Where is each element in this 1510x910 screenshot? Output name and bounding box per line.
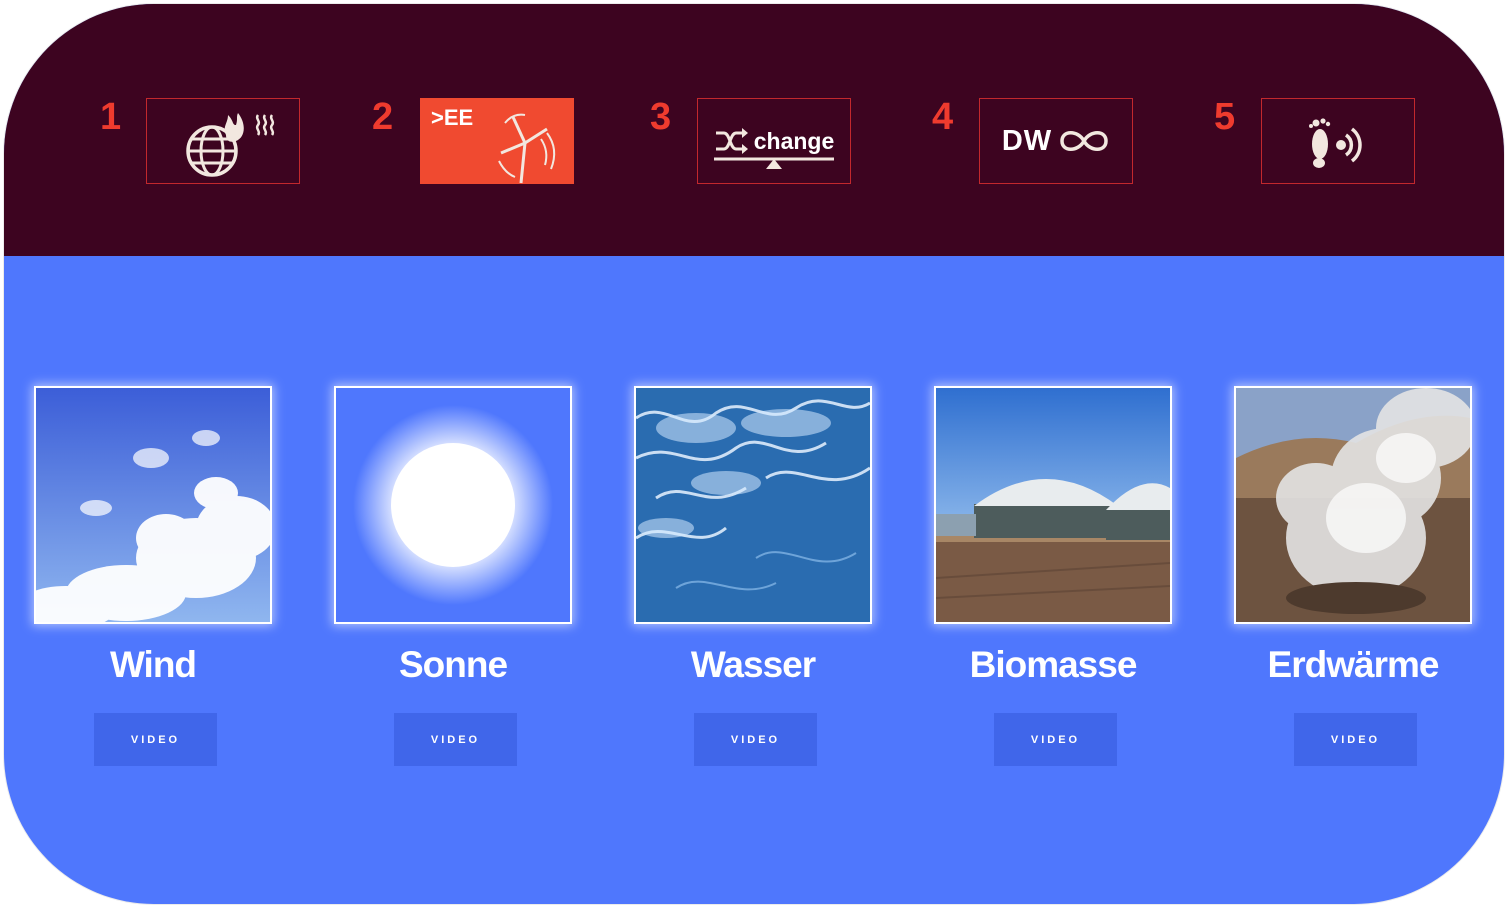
card-sonne[interactable]	[334, 386, 572, 624]
sun-image	[336, 388, 570, 622]
sky-clouds-image	[36, 388, 270, 622]
card-title-biomasse: Biomasse	[969, 644, 1138, 685]
infinity-icon	[1060, 131, 1108, 151]
geothermal-steam-image	[1236, 388, 1470, 622]
globe-fire-heat-icon	[186, 113, 275, 177]
video-button-wind[interactable]: VIDEO	[94, 713, 217, 766]
step-5-button[interactable]	[1261, 98, 1415, 184]
video-button-biomasse[interactable]: VIDEO	[994, 713, 1117, 766]
step-1-button[interactable]	[146, 98, 300, 184]
card-title-erdwaerme: Erdwärme	[1267, 644, 1440, 685]
ocean-waves-image	[636, 388, 870, 622]
video-button-erdwaerme[interactable]: VIDEO	[1294, 713, 1417, 766]
step-number-1: 1	[100, 96, 122, 138]
wind-turbine-icon	[498, 113, 556, 184]
step-2-button[interactable]: >EE	[420, 98, 574, 184]
balance-scale-icon	[714, 157, 834, 169]
video-button-sonne[interactable]: VIDEO	[394, 713, 517, 766]
step-number-4: 4	[932, 96, 954, 138]
card-title-wasser: Wasser	[690, 644, 816, 685]
step-number-2: 2	[372, 96, 394, 138]
step-4-label: DW	[1001, 124, 1053, 157]
card-title-wind: Wind	[109, 644, 197, 685]
step-3-button[interactable]: change	[697, 98, 851, 184]
video-button-wasser[interactable]: VIDEO	[694, 713, 817, 766]
footprint-icon	[1309, 118, 1362, 168]
step-number-3: 3	[650, 96, 672, 138]
card-biomasse[interactable]	[934, 386, 1172, 624]
card-wasser[interactable]	[634, 386, 872, 624]
step-4-button[interactable]: DW	[979, 98, 1133, 184]
card-erdwaerme[interactable]	[1234, 386, 1472, 624]
biogas-plant-image	[936, 388, 1170, 622]
card-wind[interactable]	[34, 386, 272, 624]
step-number-5: 5	[1214, 96, 1236, 138]
app-frame: 1 2 >EE 3 change 4 DW 5 Wind VIDEO Sonne…	[4, 4, 1504, 904]
card-title-sonne: Sonne	[398, 644, 508, 685]
steps-navigation: 1 2 >EE 3 change 4 DW 5	[4, 4, 1504, 256]
